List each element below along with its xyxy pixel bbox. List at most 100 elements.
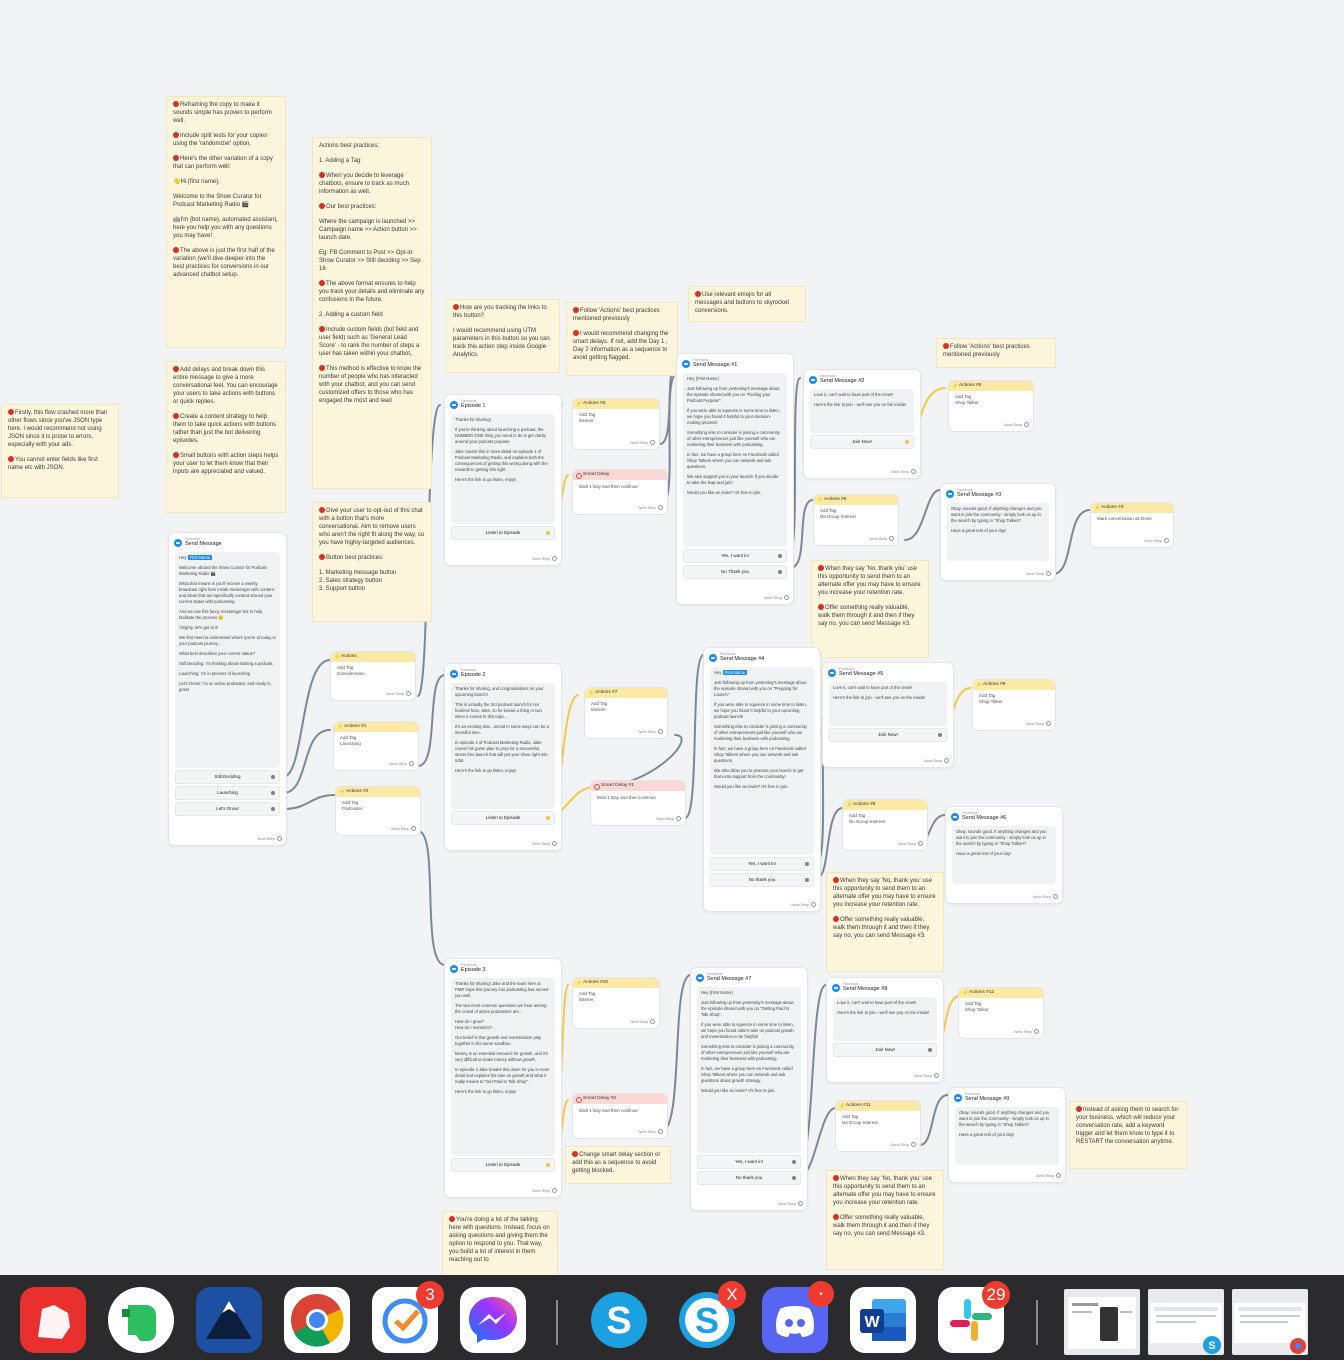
connector-port[interactable] [792, 1176, 796, 1180]
next-step-link[interactable]: Next Step [656, 816, 681, 822]
connector-port[interactable] [271, 791, 275, 795]
node-send-message-9[interactable]: Facebook Send Message #9 Okay, sounds goo… [948, 1087, 1066, 1183]
node-actions-12[interactable]: Actions #12 Add TagShop Talker Next Step [958, 987, 1044, 1039]
button-listen-episode[interactable]: Listen to Episode [451, 1158, 555, 1172]
connector-port[interactable] [928, 1048, 932, 1052]
next-step-link[interactable]: Next Step [764, 594, 789, 601]
button-listen-episode[interactable]: Listen to Episode [451, 811, 555, 825]
next-step-link[interactable]: Next Step [924, 757, 949, 764]
next-step-link[interactable]: Next Step [532, 840, 557, 847]
next-step-link[interactable]: Next Step [257, 835, 282, 842]
connector-port[interactable] [792, 1160, 796, 1164]
dock-app-evernote[interactable] [108, 1287, 174, 1353]
button-listen-episode[interactable]: Listen to Episode [451, 526, 555, 540]
next-step-link[interactable]: Next Step [532, 555, 557, 562]
next-step-link[interactable]: Next Step [1033, 893, 1058, 900]
button-no-thank-you[interactable]: No thank you [710, 873, 814, 887]
dock-app-tasks[interactable]: 3 [372, 1281, 444, 1353]
button-join-now[interactable]: Join Now! [810, 435, 914, 449]
next-step-link[interactable]: Next Step [630, 1019, 655, 1025]
connector-port[interactable] [905, 440, 909, 444]
next-step-link[interactable]: Next Step [891, 1142, 916, 1148]
node-smart-delay-2[interactable]: Smart Delay #2 Wait 1 Day and then conti… [572, 1093, 668, 1139]
button-launching[interactable]: Launching [175, 786, 280, 800]
dock-app-skype[interactable]: S [586, 1287, 652, 1353]
node-smart-delay-1[interactable]: Smart Delay #1 Wait 1 Day and then conti… [590, 780, 686, 826]
next-step-link[interactable]: Next Step [1036, 1172, 1061, 1179]
minimized-window-thumbnail[interactable]: S [1148, 1289, 1224, 1355]
node-send-message-3[interactable]: Facebook Send Message #3 Okay, sounds goo… [940, 483, 1056, 581]
next-step-link[interactable]: Next Step [914, 1072, 939, 1079]
next-step-link[interactable]: Next Step [391, 826, 416, 832]
node-actions-6[interactable]: Actions #6 Add TagNo Group Interest Next… [813, 494, 899, 546]
node-actions-10[interactable]: Actions #10 Add Taglistener Next Step [572, 977, 660, 1029]
next-step-link[interactable]: Next Step [1014, 1029, 1039, 1035]
node-send-message-1[interactable]: Facebook Send Message #1 Hey {First Name}… [676, 353, 794, 605]
connector-port[interactable] [271, 775, 275, 779]
dock-app-chrome[interactable] [284, 1287, 350, 1353]
next-step-link[interactable]: Next Step [1026, 570, 1051, 577]
node-actions-4[interactable]: Actions #4 Mark conversation as Done Nex… [1090, 502, 1174, 548]
connector-port[interactable] [805, 878, 809, 882]
node-send-message[interactable]: Facebook Send Message Hey First Name Welc… [168, 532, 287, 846]
node-send-message-6[interactable]: Facebook Send Message #6 Okay, sounds goo… [945, 806, 1063, 904]
connector-port[interactable] [271, 807, 275, 811]
next-step-link[interactable]: Next Step [389, 761, 414, 767]
flow-canvas[interactable]: Reframing the copy to make it sounds sim… [0, 0, 1344, 1275]
button-lets-grow[interactable]: Let's Grow! [175, 802, 280, 816]
button-still-deciding[interactable]: Still Deciding [175, 770, 280, 784]
dock-app-messenger[interactable] [460, 1287, 526, 1353]
node-send-message-2[interactable]: Facebook Send Message #2 Love it, can't w… [803, 369, 921, 479]
next-step-link[interactable]: Next Step [386, 691, 411, 697]
node-actions[interactable]: Actions Add TagConsideration Next Step [330, 651, 416, 701]
button-join-now[interactable]: Join Now! [833, 1043, 937, 1057]
node-actions-1[interactable]: Actions #1 Add TagLaunching Next Step [333, 721, 419, 771]
next-step-link[interactable]: Next Step [532, 1187, 557, 1194]
node-actions-8[interactable]: Actions #8 Add TagNo Group Interest Next… [842, 799, 928, 851]
minimized-window-thumbnail[interactable] [1232, 1289, 1308, 1355]
next-step-link[interactable]: Next Step [791, 901, 816, 908]
dock-app-discord[interactable]: • [762, 1281, 834, 1353]
next-step-link[interactable]: Next Step [1026, 721, 1051, 727]
connector-port[interactable] [805, 862, 809, 866]
node-actions-5[interactable]: Actions #5 Add TagShop Talker Next Step [948, 380, 1034, 432]
dock-app-mountain[interactable] [196, 1287, 262, 1353]
next-step-link[interactable]: Next Step [638, 1129, 663, 1135]
node-episode-3[interactable]: Facebook Episode 3 Thanks for sharing! Ja… [444, 958, 562, 1198]
next-step-link[interactable]: Next Step [630, 440, 655, 446]
dock-app-word[interactable]: W [850, 1287, 916, 1353]
dock-app-bear[interactable] [20, 1287, 86, 1353]
next-step-link[interactable]: Next Step [891, 468, 916, 475]
node-episode-2[interactable]: Facebook Episode 2 Thanks for sharing, an… [444, 663, 562, 851]
connector-port[interactable] [778, 554, 782, 558]
node-actions-7[interactable]: Actions #7 Add Taglistener Next Step [584, 687, 668, 739]
connector-port[interactable] [778, 570, 782, 574]
connector-port[interactable] [546, 1163, 550, 1167]
connector-port[interactable] [546, 531, 550, 535]
next-step-link[interactable]: Next Step [898, 841, 923, 847]
node-send-message-7[interactable]: Facebook Send Message #7 Hey {First Name}… [690, 967, 808, 1211]
node-actions-9[interactable]: Actions #9 Add TagShop Talker Next Step [972, 679, 1056, 731]
connector-port[interactable] [938, 733, 942, 737]
next-step-link[interactable]: Next Step [1144, 538, 1169, 544]
next-step-link[interactable]: Next Step [1004, 422, 1029, 428]
minimized-window-thumbnail[interactable] [1064, 1289, 1140, 1355]
next-step-link[interactable]: Next Step [638, 505, 663, 511]
node-actions-3[interactable]: Actions #3 Add Taglistener Next Step [572, 398, 660, 450]
dock-app-slack[interactable]: 29 [938, 1281, 1010, 1353]
node-episode-1[interactable]: Facebook Episode 1 Thanks for sharing! If… [444, 394, 562, 566]
button-no-thank-you[interactable]: No thank you [697, 1171, 801, 1185]
node-send-message-8[interactable]: Facebook Send Message #8 Love it, can't w… [826, 977, 944, 1083]
button-yes-want-in[interactable]: Yes, I want in! [697, 1155, 801, 1169]
dock-app-skype-business[interactable]: S X [674, 1281, 746, 1353]
connector-port[interactable] [546, 816, 550, 820]
node-actions-11[interactable]: Actions #11 Add TagNo Group Interest Nex… [835, 1100, 921, 1152]
next-step-link[interactable]: Next Step [778, 1200, 803, 1207]
next-step-link[interactable]: Next Step [869, 536, 894, 542]
button-yes-want-in[interactable]: Yes, I want in! [710, 857, 814, 871]
next-step-link[interactable]: Next Step [638, 729, 663, 735]
button-join-now[interactable]: Join Now! [829, 728, 947, 742]
button-no-thank-you[interactable]: No Thank you [683, 565, 787, 579]
button-yes-want-in[interactable]: Yes, I want in! [683, 549, 787, 563]
node-send-message-4[interactable]: Facebook Send Message #4 Hey First Name J… [703, 647, 821, 912]
